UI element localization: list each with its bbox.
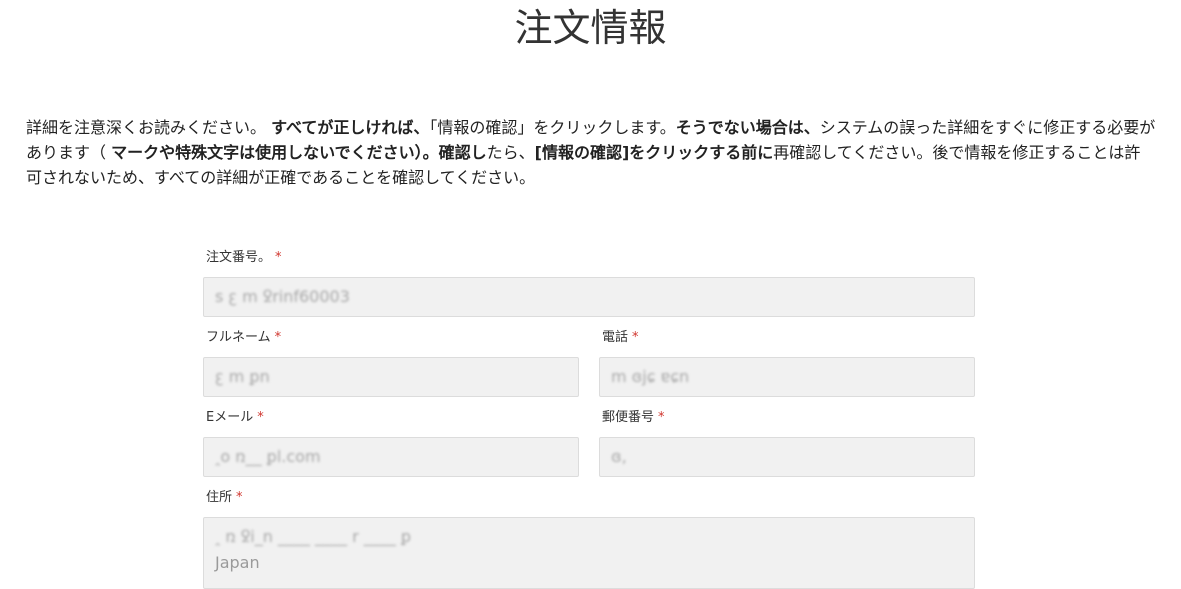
required-mark: * — [257, 410, 264, 425]
postal-code-label: 郵便番号 * — [602, 409, 665, 427]
required-mark: * — [274, 330, 282, 345]
required-mark: * — [632, 330, 639, 345]
address-line-2: Japan — [215, 553, 260, 572]
phone-value: m ɞjɕ ɐɕn — [611, 367, 690, 386]
address-label: 住所 * — [206, 489, 243, 507]
required-mark: * — [658, 410, 665, 425]
full-name-value: ꜫ m ꝑn — [215, 367, 270, 386]
full-name-label-text: フルネーム — [206, 330, 271, 345]
phone-label-text: 電話 — [602, 330, 629, 345]
postal-code-label-text: 郵便番号 — [602, 410, 655, 425]
email-label-text: Eメール — [206, 410, 254, 425]
order-number-value: ꜱ ꜫ m ꝿrinf60003 — [215, 287, 350, 306]
address-label-text: 住所 — [206, 490, 233, 505]
order-number-label-text: 注文番号。 — [206, 250, 272, 265]
full-name-label: フルネーム * — [206, 329, 281, 347]
required-mark: * — [236, 490, 243, 505]
address-field[interactable]: ꞈ ռ ꝿi_n ____ ____ r ____ ꝑ Japan — [203, 517, 975, 589]
order-info-form: 注文番号。 * ꜱ ꜫ m ꝿrinf60003 フルネーム * ꜫ m ꝑn 電話… — [0, 0, 1181, 589]
phone-label: 電話 * — [602, 329, 639, 347]
postal-code-value: ɞ, — [611, 447, 627, 466]
phone-field[interactable]: m ɞjɕ ɐɕn — [599, 357, 975, 397]
email-field[interactable]: ꞈo ռ__ ꝑl.com — [203, 437, 579, 477]
email-value: ꞈo ռ__ ꝑl.com — [215, 447, 321, 466]
order-number-label: 注文番号。 * — [206, 249, 282, 267]
address-line-1: ꞈ ռ ꝿi_n ____ ____ r ____ ꝑ — [215, 527, 412, 546]
postal-code-field[interactable]: ɞ, — [599, 437, 975, 477]
email-label: Eメール * — [206, 409, 264, 427]
order-number-field[interactable]: ꜱ ꜫ m ꝿrinf60003 — [203, 277, 975, 317]
full-name-field[interactable]: ꜫ m ꝑn — [203, 357, 579, 397]
required-mark: * — [275, 250, 282, 265]
